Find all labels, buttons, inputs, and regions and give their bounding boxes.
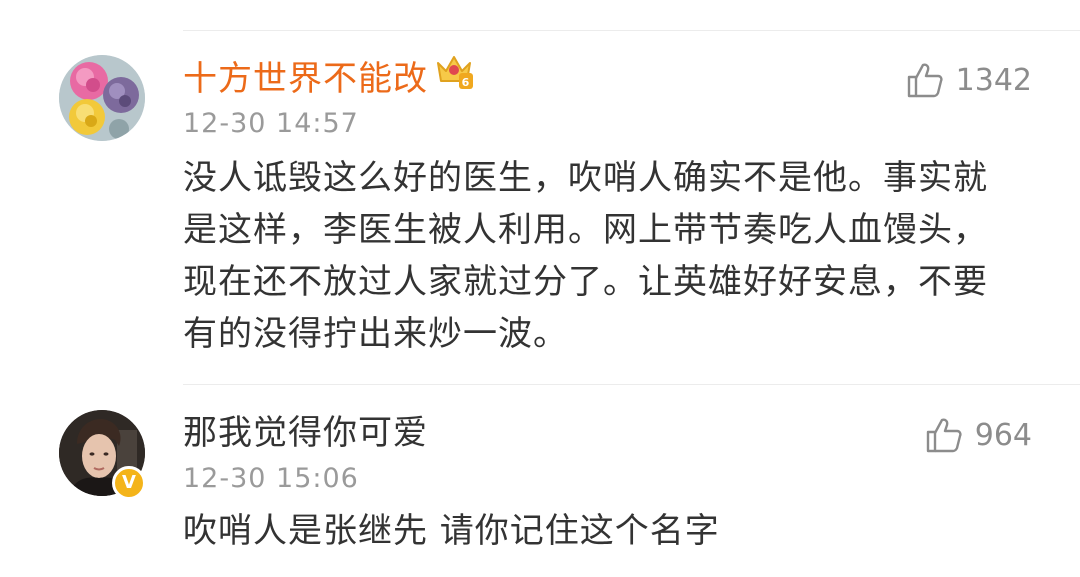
thumbs-up-icon bbox=[907, 63, 943, 98]
timestamp: 12-30 14:57 bbox=[183, 108, 359, 139]
like-count: 1342 bbox=[955, 62, 1032, 98]
vip-level-text: 6 bbox=[462, 76, 471, 89]
timestamp: 12-30 15:06 bbox=[183, 463, 359, 494]
username[interactable]: 那我觉得你可爱 bbox=[183, 411, 428, 455]
previous-comment-fragment bbox=[183, 0, 363, 4]
like-count: 964 bbox=[974, 417, 1032, 453]
like-button[interactable]: 1342 bbox=[906, 58, 1032, 102]
comment-divider bbox=[183, 384, 1080, 385]
username-text[interactable]: 十方世界不能改 bbox=[183, 59, 428, 99]
top-divider bbox=[183, 30, 1080, 31]
crown-vip-badge-icon[interactable]: 6 bbox=[434, 53, 474, 102]
username[interactable]: 十方世界不能改 6 bbox=[183, 56, 474, 105]
verified-v-icon: V bbox=[112, 466, 146, 500]
avatar[interactable] bbox=[59, 55, 145, 141]
comment-list: 十方世界不能改 6 12-30 14:57 1342 没人诋毁这么好的医生，吹哨… bbox=[0, 0, 1080, 577]
flowers-avatar-image bbox=[59, 55, 145, 141]
comment-text: 吹哨人是张继先 请你记住这个名字 bbox=[183, 511, 720, 551]
thumbs-up-icon bbox=[926, 418, 962, 453]
like-button[interactable]: 964 bbox=[925, 413, 1032, 457]
comment-text: 没人诋毁这么好的医生，吹哨人确实不是他。事实就是这样，李医生被人利用。网上带节奏… bbox=[183, 158, 988, 354]
